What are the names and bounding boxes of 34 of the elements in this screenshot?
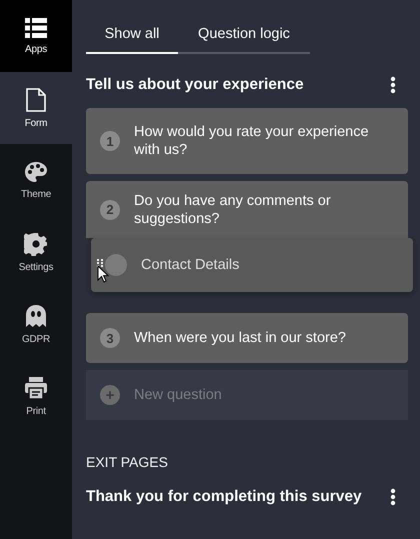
plus-icon: + bbox=[100, 385, 120, 405]
tab[interactable]: Show all bbox=[86, 22, 178, 54]
question-card[interactable]: 3 When were you last in our store? bbox=[86, 313, 408, 363]
document-icon bbox=[26, 88, 46, 112]
question-text: How would you rate your experience with us? bbox=[134, 123, 370, 159]
printer-icon bbox=[24, 376, 48, 400]
question-number: 3 bbox=[100, 328, 120, 348]
sidebar-item[interactable]: GDPR bbox=[0, 288, 72, 360]
list-icon bbox=[25, 18, 47, 38]
sidebar-item[interactable]: Apps bbox=[0, 0, 72, 72]
section-heading: EXIT PAGES bbox=[86, 454, 169, 470]
gear-icon bbox=[24, 232, 48, 256]
question-number-placeholder bbox=[105, 254, 127, 276]
question-text: Do you have any comments or suggestions? bbox=[134, 192, 332, 228]
palette-icon bbox=[24, 160, 48, 182]
section-title: Thank you for completing this survey bbox=[86, 488, 362, 506]
question-text: When were you last in our store? bbox=[134, 329, 346, 347]
question-number: 2 bbox=[100, 200, 120, 220]
sidebar-item[interactable]: Settings bbox=[0, 216, 72, 288]
section-title: Tell us about your experience bbox=[86, 76, 304, 94]
more-options-icon[interactable] bbox=[390, 76, 396, 94]
question-card[interactable]: 1 How would you rate your experience with us? bbox=[86, 108, 408, 174]
question-text: Contact Details bbox=[141, 257, 240, 273]
drag-handle-icon[interactable] bbox=[97, 259, 103, 267]
sidebar-item[interactable]: Theme bbox=[0, 144, 72, 216]
more-options-icon[interactable] bbox=[390, 488, 396, 506]
question-number: 1 bbox=[100, 131, 120, 151]
ghost-icon bbox=[25, 304, 47, 328]
sidebar-item[interactable]: Print bbox=[0, 360, 72, 432]
dragged-question-card[interactable]: Contact Details bbox=[91, 238, 413, 292]
question-card[interactable]: 2 Do you have any comments or suggestions? bbox=[86, 181, 408, 238]
cursor-icon bbox=[97, 265, 109, 283]
tab[interactable]: Question logic bbox=[178, 22, 310, 54]
sidebar-item[interactable]: Form bbox=[0, 72, 72, 144]
